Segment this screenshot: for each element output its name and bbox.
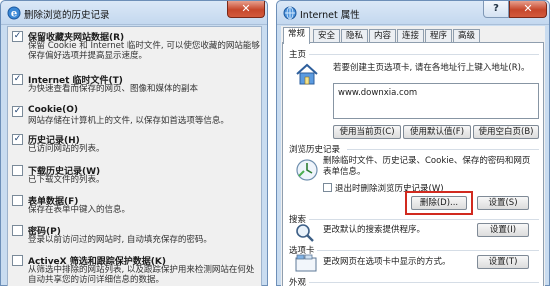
dialog-title: Internet 属性 [300, 10, 360, 21]
homepage-url-input[interactable]: www.downxia.com [333, 83, 539, 119]
checkbox[interactable]: ✓ [12, 31, 23, 42]
internet-options-icon [283, 6, 297, 20]
history-group-label: 浏览历史记录 [289, 145, 341, 155]
group-divider [309, 54, 539, 55]
group-divider [317, 250, 539, 251]
tab-content[interactable]: 内容 [369, 29, 397, 43]
tab-programs[interactable]: 程序 [425, 29, 453, 43]
internet-options-dialog: Internet 属性 ? ✕ 常规 安全 隐私 内容 连接 程序 高级 主页 … [276, 0, 550, 286]
tabs-description: 更改网页在选项卡中显示的方式。 [323, 257, 451, 267]
checkbox[interactable] [12, 255, 23, 266]
checkbox[interactable] [323, 183, 332, 192]
checkbox[interactable]: ✓ [12, 74, 23, 85]
svg-text:e: e [11, 9, 17, 20]
appearance-group-label: 外观 [289, 278, 307, 286]
delete-button[interactable]: 删除(D)... [411, 196, 467, 210]
option-description: 已访问网站的列表。 [28, 144, 105, 154]
option-description: 已下载文件的列表。 [28, 175, 105, 185]
history-settings-button[interactable]: 设置(S) [477, 196, 529, 210]
option-label: Cookie(O) [28, 105, 79, 115]
dialog-title: 删除浏览的历史记录 [24, 10, 110, 21]
search-settings-button[interactable]: 设置(I) [477, 223, 529, 237]
home-instructions: 若要创建主页选项卡, 请在各地址行上键入地址(R)。 [333, 63, 530, 73]
tab-privacy[interactable]: 隐私 [341, 29, 369, 43]
option-description: 保留 Cookie 和 Internet 临时文件, 可以使您收藏的网站能够保存… [28, 41, 260, 61]
options-list: ✓ 保留收藏夹网站数据(R) 保留 Cookie 和 Internet 临时文件… [7, 26, 262, 286]
group-divider [309, 282, 539, 283]
checkbox[interactable]: ✓ [12, 134, 23, 145]
checkbox[interactable]: ✓ [12, 106, 23, 117]
dialog-body: 常规 安全 隐私 内容 连接 程序 高级 主页 若要创建主页选项卡, 请在各地址… [281, 26, 545, 286]
tab-strip: 常规 安全 隐私 内容 连接 程序 高级 [283, 27, 545, 44]
internet-explorer-icon: e [7, 6, 21, 20]
close-button[interactable]: ✕ [227, 1, 265, 18]
close-button[interactable]: ✕ [509, 1, 547, 18]
option-description: 从筛选中排除的网站列表, 以及跟踪保护用来检测网站在何处自动共享您的访问详细信息… [28, 265, 255, 285]
tabs-settings-button[interactable]: 设置(T) [477, 255, 529, 269]
help-button[interactable]: ? [483, 1, 509, 18]
group-divider [309, 219, 539, 220]
home-group-label: 主页 [289, 50, 307, 60]
tab-general[interactable]: 常规 [283, 27, 311, 44]
checkbox[interactable] [12, 195, 23, 206]
tab-connections[interactable]: 连接 [397, 29, 425, 43]
use-default-button[interactable]: 使用默认值(F) [403, 125, 471, 139]
option-description: 为快速查看而保存的网页、图像和媒体的副本 [28, 84, 199, 94]
use-current-button[interactable]: 使用当前页(C) [333, 125, 401, 139]
search-description: 更改默认的搜索提供程序。 [323, 225, 426, 235]
option-description: 网站存储在计算机上的文件, 以保存如首选项等信息。 [28, 116, 229, 126]
delete-history-dialog: e 删除浏览的历史记录 ✕ ✓ 保留收藏夹网站数据(R) 保留 Cookie 和… [0, 0, 268, 286]
tabs-window-icon [295, 254, 317, 272]
group-divider [347, 149, 539, 150]
use-blank-button[interactable]: 使用空白页(B) [473, 125, 539, 139]
home-icon [296, 63, 318, 85]
search-magnifier-icon [296, 224, 314, 242]
general-panel: 主页 若要创建主页选项卡, 请在各地址行上键入地址(R)。 www.downxi… [282, 42, 544, 286]
option-description: 登录以前访问过的网站时, 自动填充保存的密码。 [28, 235, 212, 245]
history-description-line2: 表单信息。 [323, 167, 366, 177]
tab-advanced[interactable]: 高级 [453, 29, 481, 43]
title-bar[interactable]: Internet 属性 ? ✕ [277, 1, 549, 25]
checkbox[interactable] [12, 225, 23, 236]
history-description-line1: 删除临时文件、历史记录、Cookie、保存的密码和网页 [323, 156, 531, 166]
checkbox[interactable] [12, 165, 23, 176]
tab-security[interactable]: 安全 [313, 29, 341, 43]
history-clock-icon [296, 159, 318, 181]
title-bar[interactable]: e 删除浏览的历史记录 ✕ [1, 1, 267, 25]
option-description: 保存在表单中键入的信息。 [28, 205, 131, 215]
